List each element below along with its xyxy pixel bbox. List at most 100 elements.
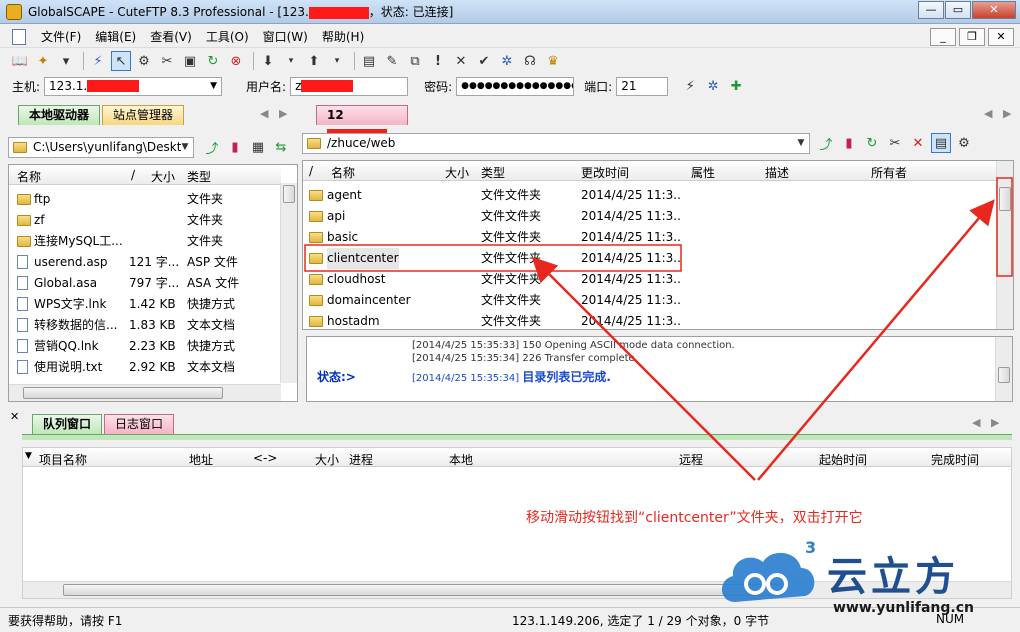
- view-icon[interactable]: ▤: [359, 51, 379, 71]
- column-name[interactable]: 名称: [17, 168, 41, 185]
- menu-view[interactable]: 查看(V): [143, 28, 199, 45]
- port-input[interactable]: 21: [616, 76, 669, 96]
- table-row[interactable]: basic 文件文件夹 2014/4/25 11:3...: [303, 227, 995, 248]
- up-folder-icon[interactable]: ⤴: [202, 137, 222, 157]
- delete-icon[interactable]: ✕: [451, 51, 471, 71]
- list-item[interactable]: 转移数据的信... 1.83 KB 文本文档: [9, 315, 281, 336]
- column-owner[interactable]: 所有者: [871, 164, 907, 181]
- remote-view-icon[interactable]: ▤: [931, 133, 951, 153]
- copy-icon[interactable]: ⧉: [405, 51, 425, 71]
- column-type[interactable]: 类型: [481, 164, 505, 181]
- remote-scroll-thumb[interactable]: [999, 187, 1011, 211]
- table-row[interactable]: agent 文件文件夹 2014/4/25 11:3...: [303, 185, 995, 206]
- local-vscrollbar[interactable]: [280, 183, 297, 383]
- column-size[interactable]: 大小: [315, 451, 339, 468]
- menu-tools[interactable]: 工具(O): [199, 28, 256, 45]
- menu-edit[interactable]: 编辑(E): [88, 28, 143, 45]
- menu-window[interactable]: 窗口(W): [256, 28, 315, 45]
- column-address[interactable]: 地址: [189, 451, 213, 468]
- minimize-button[interactable]: —: [918, 1, 944, 19]
- remote-up-folder-icon[interactable]: ⤴: [816, 133, 836, 153]
- local-scroll-thumb[interactable]: [283, 185, 295, 203]
- close-panel-icon[interactable]: ✕: [10, 410, 19, 423]
- local-hscrollbar[interactable]: [9, 384, 281, 401]
- table-row[interactable]: api 文件文件夹 2014/4/25 11:3...: [303, 206, 995, 227]
- column-progress[interactable]: 进程: [349, 451, 373, 468]
- lock-icon[interactable]: ▣: [180, 51, 200, 71]
- column-modified[interactable]: 更改时间: [581, 164, 629, 181]
- mdi-close-button[interactable]: ✕: [988, 28, 1014, 46]
- list-item[interactable]: 使用说明.txt 2.92 KB 文本文档: [9, 357, 281, 378]
- table-row[interactable]: hostadm 文件文件夹 2014/4/25 11:3...: [303, 311, 995, 332]
- refresh-icon[interactable]: ↻: [203, 51, 223, 71]
- maximize-button[interactable]: ▭: [945, 1, 971, 19]
- upload-dropdown-icon[interactable]: ▾: [327, 51, 347, 71]
- right-tab-arrows[interactable]: ◀ ▶: [984, 107, 1011, 120]
- connect-settings-icon[interactable]: ✲: [703, 76, 723, 96]
- download-dropdown-icon[interactable]: ▾: [281, 51, 301, 71]
- left-tab-arrows[interactable]: ◀ ▶: [260, 107, 287, 120]
- remote-tools-icon[interactable]: ⚙: [954, 133, 974, 153]
- shield-icon[interactable]: ♛: [543, 51, 563, 71]
- tab-remote-server[interactable]: 12: [316, 105, 408, 141]
- column-sort[interactable]: /: [131, 168, 135, 182]
- table-row[interactable]: cloudhost 文件文件夹 2014/4/25 11:3...: [303, 269, 995, 290]
- reconnect-icon[interactable]: ⚙: [134, 51, 154, 71]
- column-sort[interactable]: /: [309, 164, 313, 178]
- mdi-minimize-button[interactable]: _: [930, 28, 956, 46]
- queue-tab-arrows[interactable]: ◀ ▶: [972, 416, 999, 429]
- log-scroll-thumb[interactable]: [998, 367, 1010, 383]
- upload-icon[interactable]: ⬆: [304, 51, 324, 71]
- log-vscrollbar[interactable]: [995, 337, 1012, 401]
- download-icon[interactable]: ⬇: [258, 51, 278, 71]
- new-folder-icon[interactable]: ▦: [248, 137, 268, 157]
- column-start-time[interactable]: 起始时间: [819, 451, 867, 468]
- column-size[interactable]: 大小: [151, 168, 175, 185]
- list-item[interactable]: ftp 文件夹: [9, 189, 281, 210]
- exclamation-icon[interactable]: !: [428, 51, 448, 71]
- column-item-name[interactable]: 项目名称: [39, 451, 87, 468]
- site-manager-icon[interactable]: 📖: [10, 51, 30, 71]
- bookmark-icon[interactable]: ▮: [225, 137, 245, 157]
- tab-site-manager[interactable]: 站点管理器: [102, 105, 185, 125]
- column-remote[interactable]: 远程: [679, 451, 703, 468]
- local-hscroll-thumb[interactable]: [23, 387, 223, 399]
- chevron-down-icon[interactable]: ▼: [177, 138, 193, 157]
- connect-add-icon[interactable]: ✚: [726, 76, 746, 96]
- close-button[interactable]: ✕: [972, 1, 1016, 19]
- column-direction[interactable]: <->: [253, 451, 277, 465]
- edit-icon[interactable]: ✎: [382, 51, 402, 71]
- stop-icon[interactable]: ⊗: [226, 51, 246, 71]
- local-path-combo[interactable]: C:\Users\yunlifang\Deskt ▼: [8, 136, 194, 158]
- filter-icon[interactable]: ✂: [157, 51, 177, 71]
- menu-help[interactable]: 帮助(H): [315, 28, 371, 45]
- mdi-restore-button[interactable]: ❐: [959, 28, 985, 46]
- table-row[interactable]: clientcenter 文件文件夹 2014/4/25 11:3...: [303, 248, 995, 269]
- list-item[interactable]: Global.asa 797 字... ASA 文件: [9, 273, 281, 294]
- tab-queue[interactable]: 队列窗口: [32, 414, 103, 434]
- remote-vscrollbar[interactable]: [996, 161, 1013, 329]
- quick-connect-icon[interactable]: ✦: [33, 51, 53, 71]
- check-icon[interactable]: ✔: [474, 51, 494, 71]
- list-item[interactable]: 连接MySQL工... 文件夹: [9, 231, 281, 252]
- menu-file[interactable]: 文件(F): [34, 28, 88, 45]
- list-item[interactable]: userend.asp 121 字... ASP 文件: [9, 252, 281, 273]
- table-row[interactable]: domaincenter 文件文件夹 2014/4/25 11:3...: [303, 290, 995, 311]
- chevron-down-icon[interactable]: ▼: [793, 134, 809, 153]
- password-input[interactable]: ●●●●●●●●●●●●●●●: [456, 76, 575, 96]
- column-type[interactable]: 类型: [187, 168, 211, 185]
- connect-icon[interactable]: ⚡: [88, 51, 108, 71]
- column-end-time[interactable]: 完成时间: [931, 451, 979, 468]
- tab-local-drives[interactable]: 本地驱动器: [18, 105, 101, 125]
- settings-icon[interactable]: ✲: [497, 51, 517, 71]
- queue-hscroll-thumb[interactable]: [63, 584, 783, 596]
- support-icon[interactable]: ☊: [520, 51, 540, 71]
- tab-log[interactable]: 日志窗口: [104, 414, 175, 434]
- remote-bookmark-icon[interactable]: ▮: [839, 133, 859, 153]
- remote-path-combo[interactable]: /zhuce/web ▼: [302, 132, 810, 154]
- username-input[interactable]: z: [290, 76, 409, 96]
- list-item[interactable]: zf 文件夹: [9, 210, 281, 231]
- disconnect-icon[interactable]: ↖: [111, 51, 131, 71]
- column-attributes[interactable]: 属性: [691, 164, 715, 181]
- remote-delete-icon[interactable]: ✕: [908, 133, 928, 153]
